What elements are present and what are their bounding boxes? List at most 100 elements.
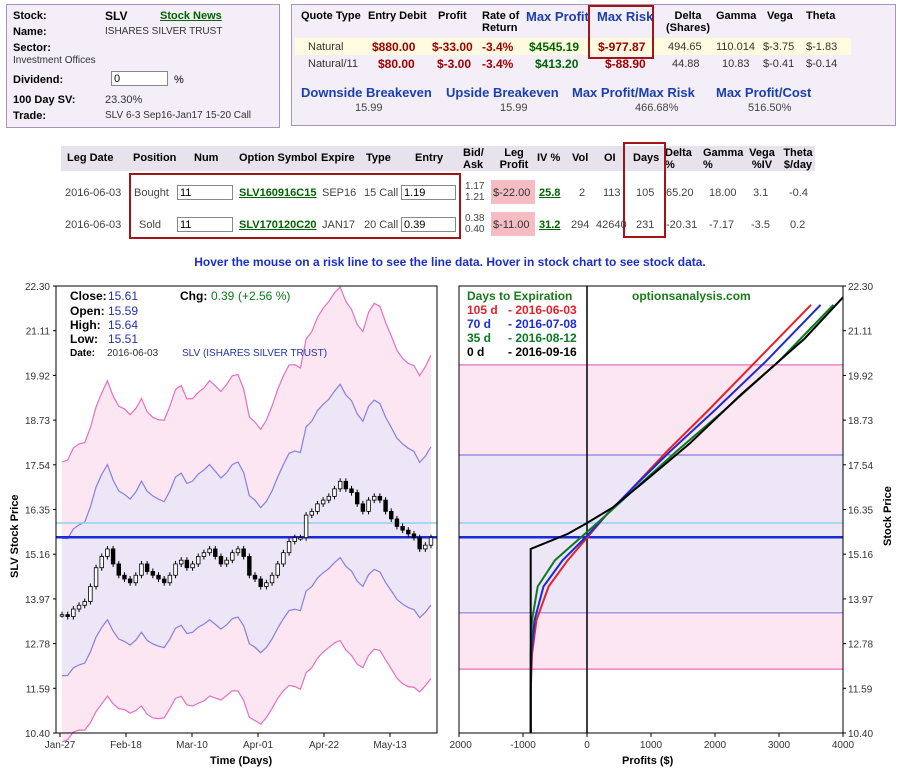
- y-tick-label: 15.16: [25, 550, 50, 561]
- open-label: Open:: [70, 304, 105, 318]
- candle-body: [258, 578, 263, 587]
- quote-row-entry: $80.00: [378, 57, 415, 71]
- candle-body: [303, 514, 309, 539]
- upside-breakeven-value: 15.99: [500, 102, 528, 114]
- candle-body: [360, 503, 366, 512]
- days-column-highlight: [623, 142, 666, 238]
- leg-vega: -3.5: [751, 219, 770, 231]
- quote-row-vega: $-0.41: [763, 58, 795, 70]
- candle-body: [326, 495, 332, 501]
- quote-row-delta: 44.88: [672, 58, 700, 70]
- candle-body: [286, 541, 292, 554]
- trade-value: SLV 6-3 Sep16-Jan17 15-20 Call: [105, 110, 252, 121]
- quote-row-gamma: 110.014: [716, 41, 755, 53]
- leg-date: 2016-06-03: [65, 219, 122, 231]
- downside-breakeven-link[interactable]: Downside Breakeven: [301, 85, 432, 100]
- leg-delta: -20.31: [666, 219, 698, 231]
- y-tick-label: 18.73: [25, 416, 50, 427]
- leg-profit: $-11.00: [493, 219, 530, 231]
- stock-info-panel: Stock: SLV Stock News Name: ISHARES SILV…: [6, 4, 280, 128]
- legend-item-35[interactable]: 35 d - 2016-08-12: [467, 331, 577, 345]
- legs-header: Vega %IV: [749, 147, 775, 171]
- candle-body: [88, 586, 93, 602]
- legend-days: 35 d: [467, 331, 491, 345]
- leg-oi: 113: [603, 187, 621, 199]
- x-tick-label: 1000: [640, 740, 663, 751]
- leg-theta: 0.2: [790, 219, 806, 231]
- dividend-input[interactable]: [111, 71, 168, 86]
- date-label: Date:: [70, 348, 95, 359]
- leg-vega: 3.1: [753, 187, 769, 199]
- candle-body: [76, 604, 82, 610]
- dividend-unit: %: [174, 74, 184, 86]
- candle-body: [235, 548, 241, 554]
- candle-body: [315, 503, 320, 512]
- quote-row-gamma: 10.83: [722, 58, 750, 70]
- upside-breakeven-link[interactable]: Upside Breakeven: [446, 85, 559, 100]
- y-tick-label: 12.78: [848, 640, 873, 651]
- risk-graph-chart[interactable]: -2000 -1000 0 1000 2000 3000 4000 22.30 21.11 19.…: [450, 278, 900, 778]
- leg-iv-link[interactable]: 31.2: [539, 219, 560, 231]
- high-label: High:: [70, 318, 101, 332]
- legend-date: - 2016-09-16: [508, 345, 577, 359]
- dividend-label: Dividend:: [13, 74, 64, 86]
- legs-header: Leg Date: [67, 152, 114, 164]
- chg-label: Chg:: [180, 289, 207, 303]
- quote-row-max-profit: $413.20: [535, 57, 579, 71]
- candle-body: [400, 526, 405, 531]
- legs-header: OI: [604, 152, 616, 164]
- quote-header-vega: Vega: [767, 10, 793, 22]
- candle-body: [93, 567, 99, 587]
- candle-body: [156, 574, 161, 580]
- profit-cost-link[interactable]: Max Profit/Cost: [716, 85, 811, 100]
- candle-body: [417, 537, 422, 550]
- stock-price-chart[interactable]: 22.30 21.11 19.92 18.73 17.54 16.35 15.16 13.97…: [0, 278, 450, 778]
- quote-header-max-profit[interactable]: Max Profit: [526, 9, 589, 24]
- x-tick-label: 0: [584, 740, 590, 751]
- candle-body: [269, 574, 275, 584]
- candle-body: [337, 480, 343, 490]
- sector-value: Investment Offices: [13, 55, 96, 66]
- candle-body: [394, 518, 400, 527]
- candle-body: [309, 510, 314, 516]
- candle-body: [116, 563, 121, 576]
- leg-vol: 2: [579, 187, 586, 199]
- leg-ask: 1.21: [465, 192, 485, 203]
- legend-date: - 2016-06-03: [508, 303, 577, 317]
- legs-table: Leg Date Position Num Option Symbol Expi…: [61, 142, 815, 241]
- leg-oi: 42640: [596, 219, 627, 231]
- quote-row-type: Natural/11: [308, 58, 358, 70]
- stock-chart-title: SLV (ISHARES SILVER TRUST): [182, 348, 327, 359]
- y-tick-label: 10.40: [848, 729, 873, 740]
- candle-body: [389, 510, 394, 520]
- legend-item-0[interactable]: 0 d - 2016-09-16: [467, 345, 577, 359]
- y-tick-label: 11.59: [848, 684, 873, 695]
- candle-body: [343, 480, 349, 490]
- quote-row-profit: $-3.00: [437, 57, 472, 71]
- profit-cost-value: 516.50%: [748, 102, 792, 114]
- name-label: Name:: [13, 26, 47, 38]
- quote-row-theta: $-1.83: [806, 41, 838, 53]
- stock-y-axis-label: SLV Stock Price: [9, 494, 21, 578]
- legend-item-105[interactable]: 105 d - 2016-06-03: [467, 303, 577, 317]
- legs-header: Entry: [415, 152, 444, 164]
- leg-iv-link[interactable]: 25.8: [539, 187, 560, 199]
- legend-date: - 2016-07-08: [508, 317, 577, 331]
- candle-body: [82, 601, 87, 606]
- candle-body: [201, 552, 207, 557]
- leg-date: 2016-06-03: [65, 187, 122, 199]
- candle-body: [428, 537, 434, 546]
- candle-body: [241, 548, 246, 557]
- y-tick-label: 15.16: [848, 550, 873, 561]
- x-tick-label: 2000: [704, 740, 727, 751]
- legend-days: 70 d: [467, 317, 491, 331]
- candle-body: [71, 608, 76, 617]
- stock-news-link[interactable]: Stock News: [160, 10, 222, 22]
- legs-header: Type: [366, 152, 391, 164]
- sector-label: Sector:: [13, 42, 51, 54]
- profit-risk-link[interactable]: Max Profit/Max Risk: [572, 85, 695, 100]
- risk-y-axis-label: Stock Price: [882, 486, 894, 546]
- y-tick-label: 18.73: [848, 416, 873, 427]
- quote-header-return: Rate of Return: [482, 10, 520, 34]
- legend-item-70[interactable]: 70 d - 2016-07-08: [467, 317, 577, 331]
